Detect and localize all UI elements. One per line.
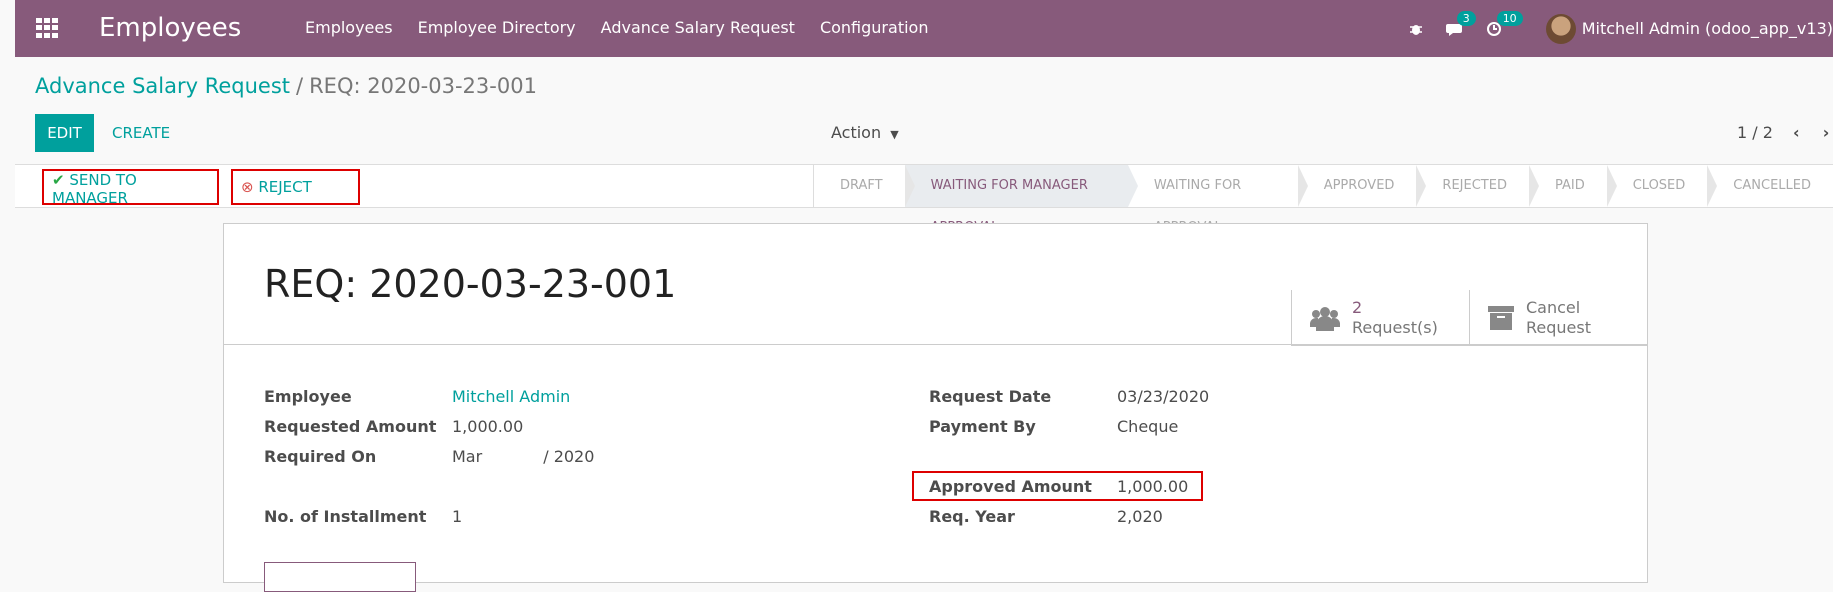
- cancel-label: Cancel: [1526, 298, 1581, 317]
- statusbar: ✔ SEND TO MANAGER ⊗ REJECT DRAFT WAITING…: [15, 164, 1833, 235]
- activity-badge: 10: [1496, 10, 1523, 26]
- employee-link[interactable]: Mitchell Admin: [452, 387, 570, 406]
- field-label: Requested Amount: [264, 417, 437, 436]
- stage-rejected: REJECTED: [1416, 165, 1539, 207]
- cancel-label-2: Request: [1526, 318, 1591, 337]
- field-request-date: Request Date 03/23/2020: [929, 387, 1349, 417]
- chevron-right-icon[interactable]: ›: [1823, 123, 1830, 142]
- field-label: Req. Year: [929, 507, 1015, 526]
- main-menu: Employees Employee Directory Advance Sal…: [305, 18, 928, 37]
- field-employee: Employee Mitchell Admin: [264, 387, 684, 417]
- field-value: 2,020: [1117, 507, 1163, 526]
- stage-approved: APPROVED: [1298, 165, 1427, 207]
- top-navbar: Employees Employees Employee Directory A…: [15, 0, 1833, 57]
- apps-menu-icon[interactable]: [36, 18, 58, 38]
- stage-draft: DRAFT: [814, 165, 915, 207]
- action-dropdown[interactable]: Action ▼: [831, 123, 899, 142]
- menu-configuration[interactable]: Configuration: [820, 18, 929, 37]
- reject-label: REJECT: [258, 178, 312, 196]
- stage-paid: PAID: [1529, 165, 1617, 207]
- breadcrumb-current: REQ: 2020-03-23-001: [309, 74, 537, 98]
- record-title: REQ: 2020-03-23-001: [264, 262, 677, 306]
- pager: 1 / 2 ‹ ›: [1737, 123, 1829, 142]
- chat-icon[interactable]: 3: [1445, 10, 1476, 37]
- field-value: 1,000.00: [452, 417, 524, 436]
- archive-icon: [1488, 306, 1514, 330]
- field-required-on: Required On Mar / 2020: [264, 447, 684, 477]
- send-to-manager-button[interactable]: ✔ SEND TO MANAGER: [42, 169, 219, 207]
- field-label: Employee: [264, 387, 352, 406]
- action-label: Action: [831, 123, 882, 142]
- check-icon: ✔: [52, 171, 65, 189]
- chat-badge: 3: [1456, 10, 1476, 26]
- field-label: Request Date: [929, 387, 1052, 406]
- field-req-year: Req. Year 2,020: [929, 507, 1349, 537]
- field-value: 1: [452, 507, 463, 526]
- field-payment-by: Payment By Cheque: [929, 417, 1349, 447]
- chevron-left-icon[interactable]: ‹: [1793, 123, 1800, 142]
- title-divider: [224, 344, 1647, 345]
- pager-value[interactable]: 1 / 2: [1737, 123, 1773, 142]
- field-installment: No. of Installment 1: [264, 507, 684, 537]
- stage-waiting-manager-approval: WAITING FOR MANAGER APPROVAL: [904, 165, 1139, 235]
- reject-button[interactable]: ⊗ REJECT: [231, 169, 360, 205]
- bug-icon[interactable]: [1408, 21, 1424, 37]
- edit-button[interactable]: EDIT: [35, 114, 94, 152]
- approved-amount-highlight: [912, 471, 1203, 501]
- stage-bar: DRAFT WAITING FOR MANAGER APPROVAL WAITI…: [813, 165, 1833, 235]
- field-label: Required On: [264, 447, 377, 466]
- send-to-manager-label: SEND TO MANAGER: [52, 171, 137, 207]
- app-title: Employees: [99, 13, 242, 43]
- breadcrumb-separator: /: [296, 74, 304, 98]
- requests-smart-button[interactable]: 2 Request(s): [1291, 290, 1469, 346]
- field-value: Mar / 2020: [452, 447, 595, 466]
- smart-buttons: 2 Request(s) Cancel Request: [1291, 290, 1647, 346]
- cancel-request-button[interactable]: Cancel Request: [1469, 290, 1647, 346]
- create-button[interactable]: CREATE: [112, 114, 170, 152]
- requests-label: Request(s): [1352, 318, 1438, 337]
- stage-cancelled: CANCELLED: [1707, 165, 1833, 207]
- times-circle-icon: ⊗: [241, 178, 254, 196]
- field-label: No. of Installment: [264, 507, 427, 526]
- breadcrumb: Advance Salary Request / REQ: 2020-03-23-0…: [35, 74, 537, 98]
- field-value: 03/23/2020: [1117, 387, 1210, 406]
- menu-employees[interactable]: Employees: [305, 18, 393, 37]
- user-menu[interactable]: Mitchell Admin (odoo_app_v13): [1582, 19, 1833, 38]
- requests-count: 2: [1352, 298, 1363, 317]
- menu-advance-salary-request[interactable]: Advance Salary Request: [601, 18, 795, 37]
- field-requested-amount: Requested Amount 1,000.00: [264, 417, 684, 447]
- compute-button[interactable]: [264, 562, 416, 592]
- users-icon: [1310, 307, 1340, 331]
- activity-clock-icon[interactable]: 10: [1486, 10, 1523, 37]
- field-label: Payment By: [929, 417, 1036, 436]
- field-value: Cheque: [1117, 417, 1179, 436]
- avatar[interactable]: [1545, 13, 1576, 44]
- stage-closed: CLOSED: [1607, 165, 1717, 207]
- breadcrumb-parent[interactable]: Advance Salary Request: [35, 74, 290, 98]
- caret-down-icon: ▼: [890, 128, 899, 141]
- stage-waiting-approval: WAITING FOR APPROVAL: [1128, 165, 1308, 235]
- systray: 3 10 Mitchell Admin (odoo_app_v13): [1408, 0, 1833, 57]
- form-sheet: REQ: 2020-03-23-001 2 Request(s) Cancel …: [223, 223, 1648, 592]
- menu-employee-directory[interactable]: Employee Directory: [418, 18, 576, 37]
